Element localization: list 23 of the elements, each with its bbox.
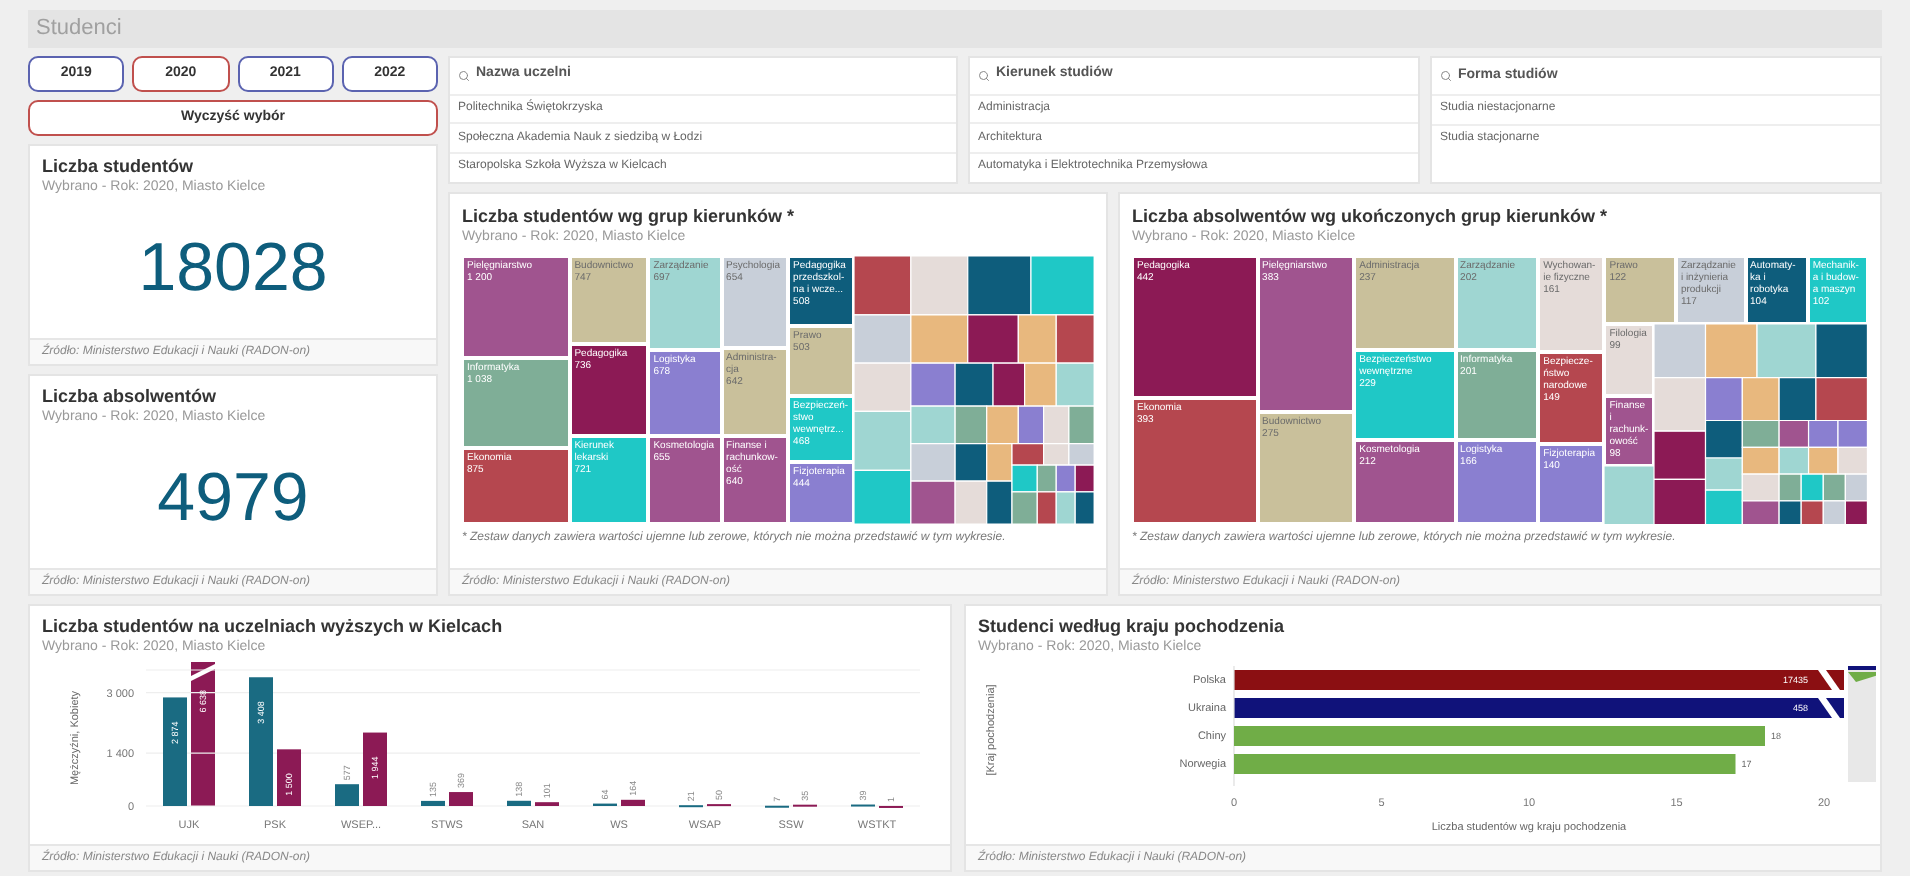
panel-title: Liczba studentów wg grup kierunków * (462, 204, 795, 228)
kpi-value: 4979 (157, 464, 309, 532)
bar (421, 800, 445, 806)
bar (449, 792, 473, 806)
kpi-value: 18028 (138, 234, 328, 302)
search-icon (458, 69, 470, 82)
bar (621, 799, 645, 806)
panel-title: Studenci według kraju pochodzenia (978, 614, 1285, 638)
panel-title: Liczba studentów na uczelniach wyższych w Kielcach (42, 614, 503, 638)
bar (335, 784, 359, 806)
panel-title: Liczba studentów (42, 154, 194, 178)
broken-bar-drawing (191, 662, 215, 806)
panel-title: Liczba absolwentów wg ukończonych grup kierunków * (1132, 204, 1608, 228)
page-title: Studenci (36, 15, 122, 43)
search-icon (978, 69, 990, 82)
bar (163, 697, 187, 806)
bar (249, 677, 273, 806)
panel-title: Liczba absolwentów (42, 384, 217, 408)
bar (277, 749, 301, 806)
search-icon (1440, 70, 1452, 82)
scroll-overview-drawing (1848, 666, 1876, 782)
bar (507, 800, 531, 806)
bar (363, 732, 387, 806)
